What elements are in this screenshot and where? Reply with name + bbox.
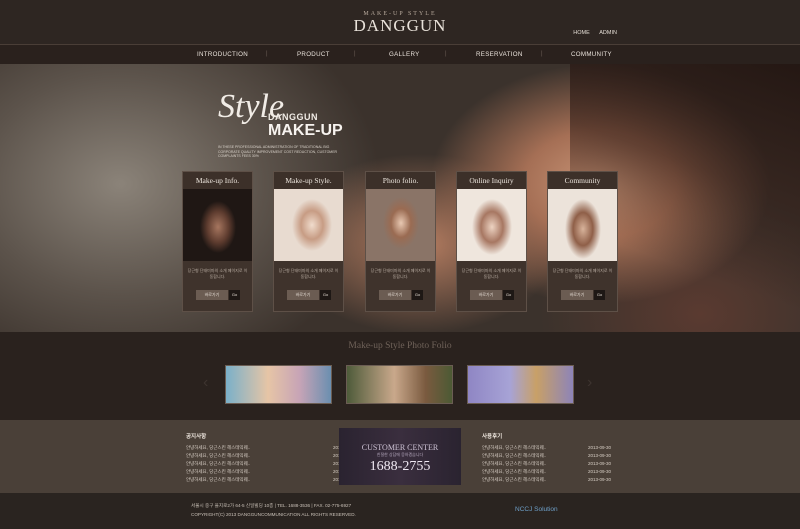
hero-brand: DANGGUN: [268, 112, 318, 122]
nav-reservation[interactable]: RESERVATION: [476, 51, 523, 58]
review-row[interactable]: 안녕하세요, 당근스킨 헤스테익꿰.. 2013-09-30: [482, 477, 611, 485]
card-body: 당근형 단태미마의 소개 페이지로 이동합니다. 바로가기 Go: [274, 261, 343, 311]
card-title: Online Inquiry: [457, 172, 526, 189]
review-row[interactable]: 안녕하세요, 당근스킨 헤스테익꿰.. 2013-09-30: [482, 445, 611, 453]
footer-copyright: COPYRIGHT(C) 2013 DANGGUNCOMMUNICATION A…: [191, 512, 356, 517]
customer-center-title: CUSTOMER CENTER: [361, 443, 439, 452]
row-date: 2013-09-30: [587, 453, 611, 458]
card-community: Community 당근형 단태미마의 소개 페이지로 이동합니다. 바로가기 …: [547, 171, 618, 312]
nav-product[interactable]: PRODUCT: [297, 51, 330, 58]
row-text[interactable]: 안녕하세요, 당근스킨 헤스테익꿰..: [482, 453, 546, 458]
card-photo-folio: Photo folio. 당근형 단태미마의 소개 페이지로 이동합니다. 바로…: [365, 171, 436, 312]
card-title: Make-up Style.: [274, 172, 343, 189]
card-body: 당근형 단태미마의 소개 페이지로 이동합니다. 바로가기 Go: [457, 261, 526, 311]
row-text[interactable]: 안녕하세요, 당근스킨 헤스테익꿰..: [482, 461, 546, 466]
card-title: Photo folio.: [366, 172, 435, 189]
nav-community[interactable]: COMMUNITY: [571, 51, 612, 58]
card-photo: [548, 189, 617, 261]
shortcut-button[interactable]: 바로가기: [470, 290, 502, 300]
customer-center-banner[interactable]: CUSTOMER CENTER 친절한 상담에 응하겠습니다 1688-2755: [339, 428, 461, 485]
notice-title: 공지사항: [186, 434, 207, 440]
row-text[interactable]: 안녕하세요, 당근스킨 헤스테익꿰..: [482, 469, 546, 474]
notice-row[interactable]: 안녕하세요, 당근스킨 헤스테익꿰..2013-09-30: [186, 453, 356, 461]
review-board: 사용후기 안녕하세요, 당근스킨 헤스테익꿰.. 2013-09-30 안녕하세요…: [482, 432, 611, 485]
photo-folio-title: Make-up Style Photo Folio: [348, 341, 452, 351]
utility-links: HOME ADMIN: [565, 30, 617, 36]
go-button[interactable]: Go: [503, 290, 514, 300]
shortcut-button[interactable]: 바로가기: [561, 290, 593, 300]
card-body: 당근형 단태미마의 소개 페이지로 이동합니다. 바로가기 Go: [183, 261, 252, 311]
row-date: 2013-09-30: [587, 477, 611, 482]
card-title: Community: [548, 172, 617, 189]
folio-thumbnail[interactable]: [346, 365, 453, 404]
row-date: 2013-09-30: [587, 461, 611, 466]
customer-center-subtitle: 친절한 상담에 응하겠습니다: [376, 452, 424, 457]
card-online-inquiry: Online Inquiry 당근형 단태미마의 소개 페이지로 이동합니다. …: [456, 171, 527, 312]
card-text: 당근형 단태미마의 소개 페이지로 이동합니다.: [278, 268, 339, 279]
notice-row[interactable]: 안녕하세요, 당근스킨 헤스테익꿰..2013-09-30: [186, 477, 356, 485]
row-date: 2013-09-30: [587, 445, 611, 450]
card-makeup-style: Make-up Style. 당근형 단태미마의 소개 페이지로 이동합니다. …: [273, 171, 344, 312]
nav-divider: |: [354, 51, 356, 57]
review-row[interactable]: 안녕하세요, 당근스킨 헤스테익꿰.. 2013-09-30: [482, 469, 611, 477]
nav-introduction[interactable]: INTRODUCTION: [197, 51, 248, 58]
go-button[interactable]: Go: [229, 290, 240, 300]
review-row[interactable]: 안녕하세요, 당근스킨 헤스테익꿰.. 2013-09-30: [482, 461, 611, 469]
nav-divider: |: [445, 51, 447, 57]
row-text[interactable]: 안녕하세요, 당근스킨 헤스테익꿰..: [186, 453, 250, 458]
row-text[interactable]: 안녕하세요, 당근스킨 헤스테익꿰..: [482, 445, 546, 450]
site-logo[interactable]: DANGGUN: [0, 16, 800, 36]
partner-logo: NCCJ Solution: [515, 506, 558, 513]
row-date: 2013-09-30: [587, 469, 611, 474]
go-button[interactable]: Go: [320, 290, 331, 300]
review-row[interactable]: 안녕하세요, 당근스킨 헤스테익꿰.. 2013-09-30: [482, 453, 611, 461]
review-title: 사용후기: [482, 434, 503, 440]
shortcut-button[interactable]: 바로가기: [379, 290, 411, 300]
prev-arrow-icon[interactable]: ‹: [203, 374, 208, 392]
shortcut-button[interactable]: 바로가기: [287, 290, 319, 300]
card-text: 당근형 단태미마의 소개 페이지로 이동합니다.: [552, 268, 613, 279]
card-photo: [183, 189, 252, 261]
card-title: Make-up Info.: [183, 172, 252, 189]
card-photo: [457, 189, 526, 261]
hero-description: IN THESE PROFESSIONAL ADMINISTRATION OF …: [218, 145, 338, 158]
card-text: 당근형 단태미마의 소개 페이지로 이동합니다.: [370, 268, 431, 279]
card-makeup-info: Make-up Info. 당근형 단태미마의 소개 페이지로 이동합니다. 바…: [182, 171, 253, 312]
card-photo: [366, 189, 435, 261]
shortcut-button[interactable]: 바로가기: [196, 290, 228, 300]
row-text[interactable]: 안녕하세요, 당근스킨 헤스테익꿰..: [186, 477, 250, 482]
footer-address: 서울시 중구 을지로2가 64-5 신일빌딩 10층 | TEL. 1688-3…: [191, 503, 352, 508]
row-text[interactable]: 안녕하세요, 당근스킨 헤스테익꿰..: [186, 469, 250, 474]
notice-row[interactable]: 안녕하세요, 당근스킨 헤스테익꿰..2013-09-30: [186, 461, 356, 469]
row-text[interactable]: 안녕하세요, 당근스킨 헤스테익꿰..: [186, 461, 250, 466]
notice-row[interactable]: 안녕하세요, 당근스킨 헤스테익꿰..2013-09-30: [186, 469, 356, 477]
row-text[interactable]: 안녕하세요, 당근스킨 헤스테익꿰..: [482, 477, 546, 482]
main-nav: INTRODUCTION | PRODUCT | GALLERY | RESER…: [0, 44, 800, 65]
admin-link[interactable]: ADMIN: [599, 30, 617, 36]
notice-row[interactable]: 안녕하세요, 당근스킨 헤스테익꿰..2013-09-30: [186, 445, 356, 453]
nav-gallery[interactable]: GALLERY: [389, 51, 420, 58]
nav-divider: |: [266, 51, 268, 57]
card-photo: [274, 189, 343, 261]
hero-title: MAKE-UP: [268, 122, 343, 139]
home-link[interactable]: HOME: [573, 30, 590, 36]
card-body: 당근형 단태미마의 소개 페이지로 이동합니다. 바로가기 Go: [548, 261, 617, 311]
notice-board: 공지사항 안녕하세요, 당근스킨 헤스테익꿰..2013-09-30 안녕하세요…: [186, 432, 356, 485]
go-button[interactable]: Go: [412, 290, 423, 300]
row-text[interactable]: 안녕하세요, 당근스킨 헤스테익꿰..: [186, 445, 250, 450]
nav-divider: |: [541, 51, 543, 57]
card-text: 당근형 단태미마의 소개 페이지로 이동합니다.: [461, 268, 522, 279]
footer: [0, 493, 800, 529]
folio-thumbnail[interactable]: [467, 365, 574, 404]
folio-thumbnail[interactable]: [225, 365, 332, 404]
customer-center-phone: 1688-2755: [369, 459, 431, 474]
card-text: 당근형 단태미마의 소개 페이지로 이동합니다.: [187, 268, 248, 279]
go-button[interactable]: Go: [594, 290, 605, 300]
next-arrow-icon[interactable]: ›: [587, 374, 592, 392]
card-body: 당근형 단태미마의 소개 페이지로 이동합니다. 바로가기 Go: [366, 261, 435, 311]
